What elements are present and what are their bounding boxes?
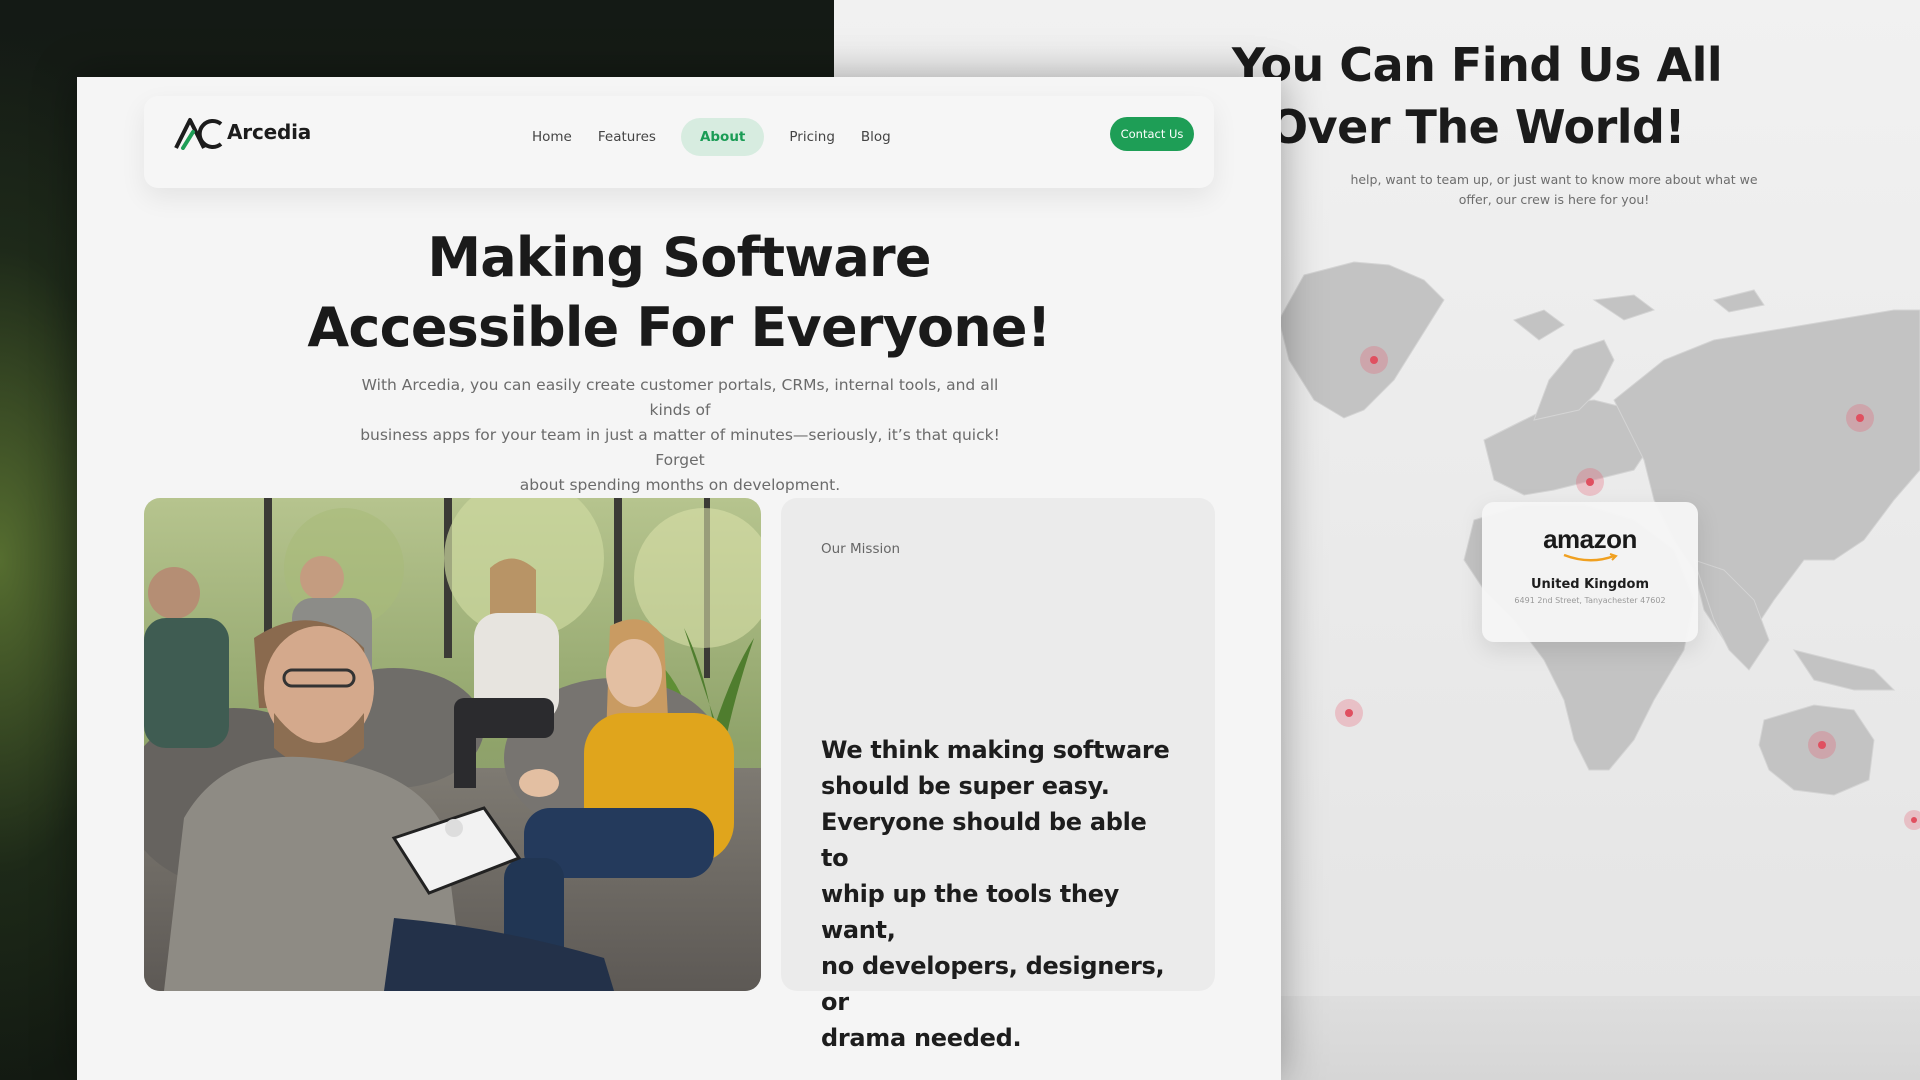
mission-label: Our Mission — [821, 541, 901, 557]
location-address: 6491 2nd Street, Tanyachester 47602 — [1514, 596, 1666, 605]
main-nav: Home Features About Pricing Blog — [519, 118, 904, 156]
brand-name[interactable]: Arcedia — [227, 120, 311, 144]
mission-statement: We think making software should be super… — [821, 736, 1170, 1052]
ac-monogram-icon[interactable] — [173, 116, 223, 150]
nav-pricing[interactable]: Pricing — [776, 118, 848, 156]
hero-title: Making Software Accessible For Everyone! — [307, 226, 1051, 359]
contact-us-button[interactable]: Contact Us — [1110, 117, 1194, 151]
amazon-logo: amazon — [1482, 524, 1698, 563]
nav-about[interactable]: About — [680, 118, 765, 156]
locations-subtitle: help, want to team up, or just want to k… — [1350, 172, 1758, 207]
amazon-smile-icon — [1563, 553, 1618, 562]
mission-card: Our Mission We think making software sho… — [781, 498, 1215, 1052]
team-meeting-photo — [144, 498, 761, 991]
hero-description: With Arcedia, you can easily create cust… — [360, 376, 1000, 494]
location-country: United Kingdom — [1530, 577, 1649, 592]
about-page: Arcedia Home Features About Pricing Blog… — [77, 77, 1281, 1080]
nav-features[interactable]: Features — [585, 118, 669, 156]
nav-home[interactable]: Home — [519, 118, 585, 156]
nav-blog[interactable]: Blog — [848, 118, 904, 156]
location-card[interactable]: amazon United Kingdom 6491 2nd Street, T… — [1482, 502, 1698, 642]
